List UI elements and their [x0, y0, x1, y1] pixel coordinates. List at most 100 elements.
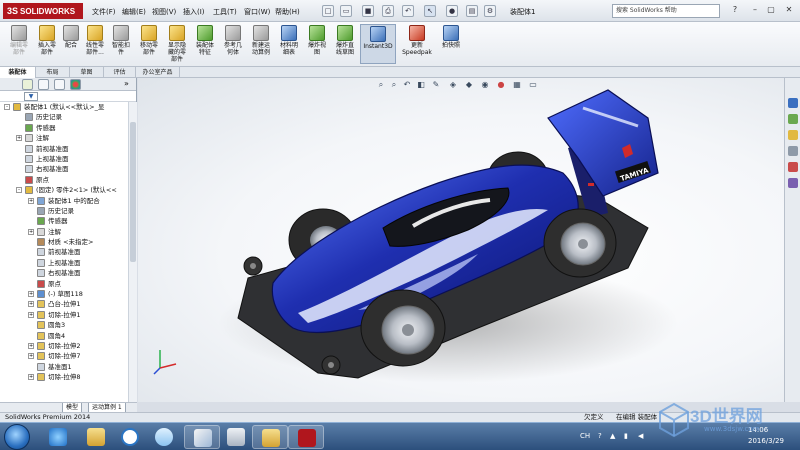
tree-item[interactable]: + 切除-拉伸8	[0, 372, 128, 382]
select-arrow-icon[interactable]: ↖	[424, 5, 436, 17]
menu-view[interactable]: 视图(V)	[152, 7, 176, 17]
tray-volume-icon[interactable]: ◀	[638, 432, 643, 440]
taskbar-app-k[interactable]	[112, 425, 148, 449]
tree-item[interactable]: + 注解	[0, 227, 128, 237]
feature-tree-tab-icon[interactable]	[22, 79, 33, 90]
taskbar-app-drawing[interactable]	[184, 425, 220, 449]
menu-file[interactable]: 文件(F)	[92, 7, 116, 17]
tree-item[interactable]: 历史记录	[0, 206, 128, 216]
expand-plus-icon[interactable]: +	[16, 135, 22, 142]
expand-plus-icon[interactable]: +	[28, 301, 34, 308]
help-question-icon[interactable]: ?	[728, 3, 742, 17]
tree-item[interactable]: 材质 <未指定>	[0, 237, 128, 247]
property-manager-tab-icon[interactable]	[38, 79, 49, 90]
menu-tools[interactable]: 工具(T)	[213, 7, 237, 17]
solidworks-logo[interactable]: 3S SOLIDWORKS	[3, 3, 83, 19]
tab-evaluate[interactable]: 评估	[104, 67, 136, 78]
menu-insert[interactable]: 插入(I)	[183, 7, 205, 17]
collapse-minus-icon[interactable]: -	[16, 187, 22, 194]
tree-item[interactable]: - (固定) 零件2<1> (默认<<	[0, 185, 128, 195]
tree-item[interactable]: 上视基准面	[0, 258, 128, 268]
bill-of-materials-button[interactable]: 材料明 细表	[274, 24, 304, 64]
tree-item[interactable]: 传感器	[0, 216, 128, 226]
taskbar-app-explorer[interactable]	[78, 425, 114, 449]
instant3d-button[interactable]: Instant3D	[360, 24, 396, 64]
taskbar-app-folder[interactable]	[252, 425, 288, 449]
tree-item[interactable]: - 装配体1 (默认<<默认>_显	[0, 102, 128, 112]
explode-line-sketch-button[interactable]: 爆炸直 线草图	[330, 24, 360, 64]
new-document-icon[interactable]: □	[322, 5, 334, 17]
expand-panel-icon[interactable]: »	[124, 79, 129, 88]
tree-item[interactable]: + 注解	[0, 133, 128, 143]
exploded-view-button[interactable]: 爆炸视 图	[302, 24, 332, 64]
tree-item[interactable]: 原点	[0, 175, 128, 185]
custom-properties-icon[interactable]	[788, 178, 798, 188]
collapse-minus-icon[interactable]: -	[4, 104, 10, 110]
rebuild-icon[interactable]: ●	[446, 5, 458, 17]
take-snapshot-button[interactable]: 拍快照	[436, 24, 466, 64]
expand-plus-icon[interactable]: +	[28, 311, 34, 318]
tab-layout[interactable]: 布局	[36, 67, 70, 78]
tree-item[interactable]: 基准面1	[0, 362, 128, 372]
tree-item[interactable]: 前视基准面	[0, 247, 128, 257]
taskbar-app-solidworks[interactable]	[288, 425, 324, 449]
taskbar-app-ie[interactable]	[40, 425, 76, 449]
graphics-area[interactable]: ⌕ ⌕ ↶ ◧ ✎ ◈ ◆ ◉ ● ▦ ▭ TAMIYA	[138, 78, 784, 402]
print-icon[interactable]: ⎙	[382, 5, 394, 17]
tray-network-icon[interactable]: ▮	[624, 432, 628, 440]
open-folder-icon[interactable]: ▭	[340, 5, 352, 17]
move-component-button[interactable]: 移动零 部件	[134, 24, 164, 64]
tree-item[interactable]: 圆角3	[0, 320, 128, 330]
taskbar-app-calculator[interactable]	[218, 425, 254, 449]
taskbar-app-cloud[interactable]	[146, 425, 182, 449]
expand-plus-icon[interactable]: +	[28, 374, 34, 381]
tree-item[interactable]: + (-) 草图118	[0, 289, 128, 299]
help-search-input[interactable]: 搜索 SolidWorks 帮助	[612, 4, 720, 18]
tree-item[interactable]: 圆角4	[0, 331, 128, 341]
view-palette-icon[interactable]	[788, 146, 798, 156]
menu-help[interactable]: 帮助(H)	[275, 7, 300, 17]
configuration-manager-tab-icon[interactable]	[54, 79, 65, 90]
tab-office-products[interactable]: 办公室产品	[136, 67, 180, 78]
expand-plus-icon[interactable]: +	[28, 342, 34, 349]
scrollbar-thumb[interactable]	[130, 122, 136, 262]
tree-item[interactable]: 原点	[0, 279, 128, 289]
undo-icon[interactable]: ↶	[402, 5, 414, 17]
tree-item[interactable]: 前视基准面	[0, 144, 128, 154]
tree-item[interactable]: + 装配体1 中的配合	[0, 196, 128, 206]
appearances-icon[interactable]	[788, 162, 798, 172]
expand-plus-icon[interactable]: +	[28, 353, 34, 360]
minimize-button[interactable]: –	[748, 3, 762, 17]
assembly-features-button[interactable]: 装配体 特征	[190, 24, 220, 64]
feature-tree-scrollbar[interactable]	[128, 102, 137, 402]
file-properties-icon[interactable]: ▤	[466, 5, 478, 17]
tab-assembly[interactable]: 装配体	[0, 67, 36, 78]
save-icon[interactable]: ■	[362, 5, 374, 17]
menu-window[interactable]: 窗口(W)	[244, 7, 270, 17]
reference-geometry-button[interactable]: 参考几 何体	[218, 24, 248, 64]
solidworks-resources-icon[interactable]	[788, 98, 798, 108]
file-explorer-icon[interactable]	[788, 130, 798, 140]
show-hidden-components-button[interactable]: 显示隐 藏的零 部件	[162, 24, 192, 64]
expand-plus-icon[interactable]: +	[28, 291, 34, 298]
tree-item[interactable]: + 切除-拉伸2	[0, 341, 128, 351]
tree-item[interactable]: + 切除-拉伸1	[0, 310, 128, 320]
tree-item[interactable]: + 凸台-拉伸1	[0, 299, 128, 309]
mini4wd-car-model[interactable]: TAMIYA	[178, 78, 718, 402]
tray-show-hidden-icon[interactable]: ▲	[610, 432, 615, 440]
smart-fasteners-button[interactable]: 智能扣 件	[106, 24, 136, 64]
close-button[interactable]: ✕	[782, 3, 796, 17]
tree-item[interactable]: 右视基准面	[0, 268, 128, 278]
tree-item[interactable]: 上视基准面	[0, 154, 128, 164]
expand-plus-icon[interactable]: +	[28, 228, 34, 235]
maximize-button[interactable]: ▢	[764, 3, 778, 17]
edit-component-button[interactable]: 编辑零 部件	[4, 24, 34, 64]
expand-plus-icon[interactable]: +	[28, 197, 34, 204]
tree-item[interactable]: 传感器	[0, 123, 128, 133]
tray-help-icon[interactable]: ?	[598, 432, 602, 440]
options-gear-icon[interactable]: ⚙	[484, 5, 496, 17]
tray-ime-icon[interactable]: CH	[580, 432, 590, 440]
tree-item[interactable]: + 切除-拉伸7	[0, 351, 128, 361]
start-button[interactable]	[4, 424, 30, 450]
update-speedpak-button[interactable]: 更新 Speedpak	[400, 24, 434, 64]
